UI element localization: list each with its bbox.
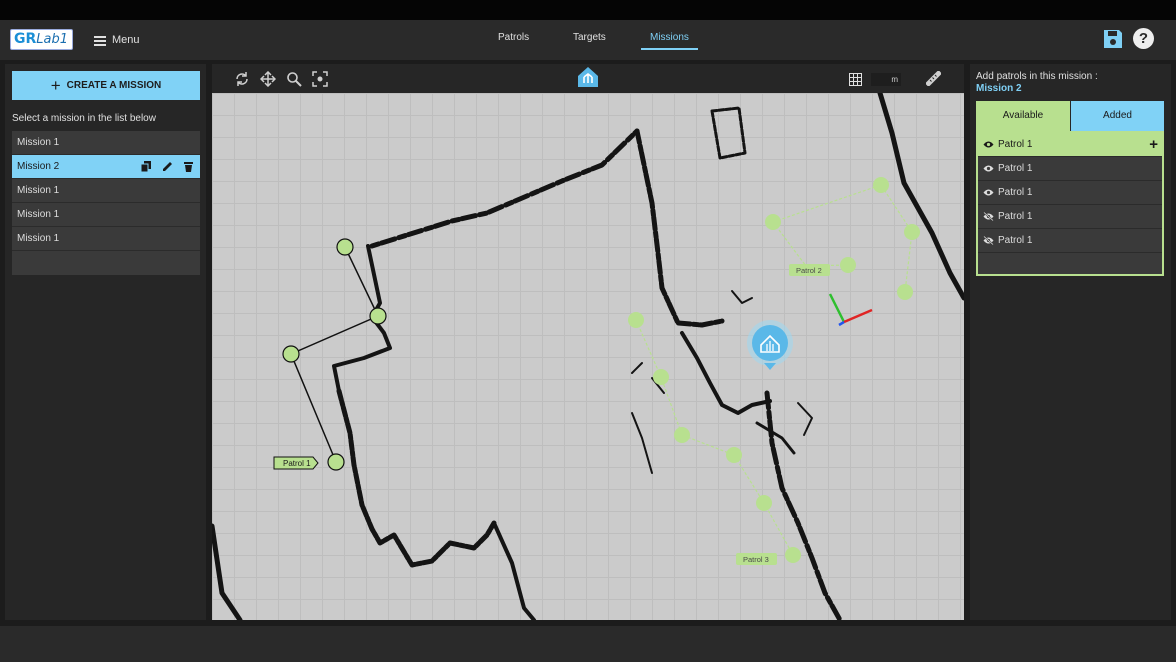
eye-icon[interactable]: [983, 140, 994, 149]
patrol-item[interactable]: Patrol 1: [978, 157, 1162, 181]
mission-item[interactable]: Mission 1: [12, 227, 200, 251]
menu-button[interactable]: Menu: [94, 31, 140, 49]
mission-item-label: Mission 1: [17, 233, 60, 244]
logo-text-gr: GR: [14, 31, 37, 47]
patrol-item-label: Patrol 1: [998, 139, 1033, 150]
waypoint: [674, 427, 690, 443]
nav-tab-patrols[interactable]: Patrols: [498, 32, 529, 43]
selected-mission-name: Mission 2: [976, 83, 1022, 94]
mission-list: Mission 1 Mission 2 Mission 1 Mission 1 …: [12, 131, 200, 275]
waypoint: [873, 177, 889, 193]
add-patrol-button[interactable]: +: [1149, 133, 1158, 156]
waypoint: [897, 284, 913, 300]
help-icon[interactable]: ?: [1133, 28, 1154, 49]
delete-icon[interactable]: [183, 161, 194, 172]
patrol-item-active[interactable]: Patrol 1 +: [978, 133, 1162, 157]
nav-tab-targets[interactable]: Targets: [573, 32, 606, 43]
mission-item-label: Mission 1: [17, 137, 60, 148]
waypoint: [327, 453, 345, 471]
mission-item-label: Mission 1: [17, 209, 60, 220]
patrol-3-label: Patrol 3: [736, 553, 777, 565]
waypoint: [336, 238, 354, 256]
eye-off-icon[interactable]: [983, 212, 994, 221]
app-logo: GRLab1: [10, 29, 73, 50]
pan-icon[interactable]: [260, 71, 276, 87]
hamburger-icon: [94, 35, 106, 46]
waypoint: [282, 345, 300, 363]
plus-icon: +: [50, 76, 61, 95]
waypoint: [904, 224, 920, 240]
patrol-item-label: Patrol 1: [998, 163, 1033, 174]
logo-text-lab: Lab1: [36, 32, 69, 47]
ruler-icon[interactable]: [926, 71, 941, 86]
patrol-3-label-text: Patrol 3: [743, 555, 769, 564]
zoom-icon[interactable]: [286, 71, 302, 87]
mission-item[interactable]: Mission 1: [12, 203, 200, 227]
patrol-1-label-text: Patrol 1: [283, 459, 311, 468]
save-icon[interactable]: [1102, 28, 1124, 50]
tab-added[interactable]: Added: [1071, 101, 1164, 131]
patrol-item[interactable]: Patrol 1: [978, 205, 1162, 229]
edit-icon[interactable]: [162, 161, 173, 172]
eye-off-icon[interactable]: [983, 236, 994, 245]
mission-item[interactable]: Mission 1: [12, 179, 200, 203]
mission-item-label: Mission 1: [17, 185, 60, 196]
waypoint: [653, 369, 669, 385]
waypoint: [628, 312, 644, 328]
eye-icon[interactable]: [983, 188, 994, 197]
mission-item-selected[interactable]: Mission 2: [12, 155, 200, 179]
waypoint: [726, 447, 742, 463]
home-icon[interactable]: [576, 65, 600, 89]
window-top-strip: [0, 0, 1176, 20]
robot-marker: [747, 320, 793, 370]
fit-view-icon[interactable]: [312, 71, 328, 87]
tab-available[interactable]: Available: [976, 101, 1070, 131]
occupancy-walls: [212, 93, 964, 620]
waypoint: [369, 307, 387, 325]
active-tab-indicator: [641, 48, 698, 50]
patrol-item[interactable]: Patrol 1: [978, 181, 1162, 205]
waypoint: [756, 495, 772, 511]
patrol-2-route: [765, 177, 920, 300]
app-bar: GRLab1 Menu Patrols Targets Missions ?: [0, 20, 1176, 60]
nav-tab-missions[interactable]: Missions: [650, 32, 689, 43]
axes-indicator: [828, 293, 873, 327]
map-layer: Patrol 1 Patrol 2 Patrol 3: [212, 93, 964, 620]
copy-icon[interactable]: [141, 161, 152, 172]
patrol-item-label: Patrol 1: [998, 235, 1033, 246]
patrol-1-label: Patrol 1: [273, 456, 319, 470]
eye-icon[interactable]: [983, 164, 994, 173]
patrol-2-label-text: Patrol 2: [796, 266, 822, 275]
mission-list-caption: Select a mission in the list below: [12, 113, 156, 124]
map-canvas[interactable]: Patrol 1 Patrol 2 Patrol 3: [212, 93, 964, 620]
patrol-item[interactable]: Patrol 1: [978, 229, 1162, 253]
menu-label: Menu: [112, 34, 140, 46]
create-mission-label: CREATE A MISSION: [66, 80, 162, 91]
waypoint: [785, 547, 801, 563]
patrol-2-label: Patrol 2: [789, 264, 830, 276]
patrol-item-label: Patrol 1: [998, 211, 1033, 222]
grid-size-input[interactable]: m: [871, 73, 901, 86]
create-mission-button[interactable]: + CREATE A MISSION: [12, 71, 200, 100]
mission-item-actions: [141, 161, 194, 172]
add-patrols-caption: Add patrols in this mission :: [976, 71, 1098, 82]
rotate-icon[interactable]: [234, 71, 250, 87]
grid-icon[interactable]: [849, 73, 862, 86]
waypoint: [765, 214, 781, 230]
bottom-bar: [0, 626, 1176, 662]
waypoint: [840, 257, 856, 273]
mission-item-label: Mission 2: [17, 161, 60, 172]
mission-item[interactable]: Mission 1: [12, 131, 200, 155]
patrol-item-label: Patrol 1: [998, 187, 1033, 198]
available-patrols-list: Patrol 1 + Patrol 1 Patrol 1 Patrol 1 Pa…: [976, 131, 1164, 276]
